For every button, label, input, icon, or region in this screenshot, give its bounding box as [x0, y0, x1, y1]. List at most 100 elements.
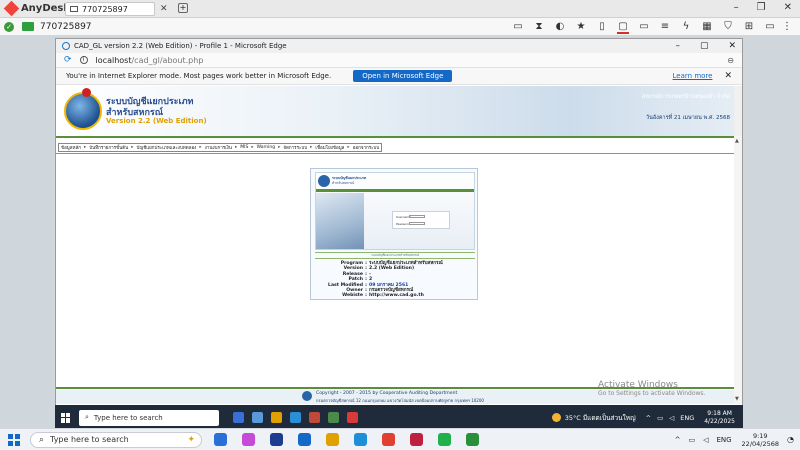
new-tab-button[interactable]: +	[178, 3, 188, 13]
banner-divider	[56, 136, 734, 138]
local-search-box[interactable]: ⌕ Type here to search ✦	[30, 431, 202, 448]
taskbar-app-icon-9[interactable]	[438, 433, 451, 446]
page-scrollbar[interactable]: ▲ ▼	[734, 136, 742, 404]
mini-username-field	[409, 215, 425, 218]
edge-maximize-button[interactable]: ▢	[700, 41, 709, 51]
text-icon[interactable]: ≡	[659, 21, 671, 34]
open-in-edge-button[interactable]: Open in Microsoft Edge	[353, 70, 453, 82]
about-row: Webiste: http://www.cad.go.th	[315, 293, 475, 298]
taskbar-app-icon-8[interactable]	[410, 433, 423, 446]
nav-item-master-data[interactable]: ข้อมูลหลัก	[61, 144, 81, 151]
ie-mode-infobar: You're in Internet Explorer mode. Most p…	[56, 68, 742, 85]
remote-search-box[interactable]: ⌕ Type here to search	[79, 409, 219, 426]
plus-box-icon[interactable]: ⊞	[743, 21, 755, 34]
nav-item-entries[interactable]: บันทึกรายการขั้นต้น	[89, 144, 128, 151]
contrast-icon[interactable]: ◐	[554, 21, 566, 34]
remote-volume-icon[interactable]: ◁	[669, 414, 674, 422]
remote-lang[interactable]: ENG	[680, 414, 694, 422]
local-lang[interactable]: ENG	[716, 436, 731, 444]
learn-more-link[interactable]: Learn more	[673, 72, 713, 80]
url-field[interactable]: localhost/cad_gl/about.php	[96, 56, 204, 65]
remote-taskbar-app-icon-3[interactable]	[271, 412, 282, 423]
nav-item-link-data[interactable]: เชื่อมโยงข้อมูล	[315, 144, 344, 151]
refresh-icon[interactable]: ⟳	[64, 55, 72, 65]
remote-tray-chevron-icon[interactable]: ^	[646, 414, 651, 422]
maximize-button[interactable]: ❐	[757, 2, 766, 13]
footer-copyright: Copyright - 2007 - 2015 by Cooperative A…	[316, 391, 458, 396]
remote-time: 9:18 AM	[707, 409, 732, 417]
taskbar-app-icon-6[interactable]	[354, 433, 367, 446]
about-info-table: Program: ระบบบัญชีแยกประเภทสำหรับสหกรณ์ V…	[315, 261, 475, 299]
nav-item-ledger[interactable]: บัญชีแยกประเภทและงบทดลอง	[137, 144, 197, 151]
chat-icon[interactable]: ▭	[512, 21, 524, 34]
taskbar-app-icon-10[interactable]	[466, 433, 479, 446]
infobar-close-icon[interactable]: ✕	[724, 71, 732, 81]
minimize-button[interactable]: –	[734, 2, 739, 13]
shield-icon[interactable]: ⛉	[722, 21, 734, 34]
anydesk-session-tab[interactable]: 770725897	[65, 2, 155, 16]
taskbar-app-icon-5[interactable]	[326, 433, 339, 446]
remote-taskbar-app-icon-5[interactable]	[309, 412, 320, 423]
watermark-subtitle: Go to Settings to activate Windows.	[598, 390, 706, 397]
tray-chevron-icon[interactable]: ^	[675, 436, 681, 444]
remote-taskbar-app-icon-1[interactable]	[233, 412, 244, 423]
remote-taskbar-app-icon-4[interactable]	[290, 412, 301, 423]
monitor-tray-icon[interactable]: ▭	[688, 436, 695, 444]
edge-minimize-button[interactable]: –	[675, 41, 680, 51]
anydesk-title-bar: AnyDesk 770725897 ✕ + – ❐ ✕	[0, 0, 800, 18]
remote-network-icon[interactable]: ▭	[657, 414, 663, 422]
display-icon[interactable]: ▭	[764, 21, 776, 34]
taskbar-app-icon-2[interactable]	[242, 433, 255, 446]
edge-close-button[interactable]: ✕	[728, 41, 736, 51]
remote-clock[interactable]: 9:18 AM 4/22/2025	[704, 410, 735, 426]
scroll-down-icon[interactable]: ▼	[735, 396, 739, 402]
anydesk-menu-icon[interactable]: ⋮	[782, 21, 792, 32]
monitor-info-icon[interactable]: ▢	[617, 21, 629, 34]
ie-mode-icon	[62, 42, 70, 50]
nav-divider	[56, 153, 734, 154]
taskbar-app-icon-4[interactable]	[298, 433, 311, 446]
mini-sky-image	[316, 193, 364, 249]
nav-item-financials[interactable]: งานงบการเงิน	[205, 144, 232, 151]
close-button[interactable]: ✕	[784, 2, 792, 13]
url-host: localhost	[95, 55, 132, 65]
grid-icon[interactable]: ▦	[701, 21, 713, 34]
remote-taskbar-app-icon-6[interactable]	[328, 412, 339, 423]
file-transfer-icon[interactable]: ▯	[596, 21, 608, 34]
footer-address: กรมตรวจบัญชีสหกรณ์ 12 ถนนกรุงเกษม แขวงวั…	[316, 398, 484, 403]
local-clock[interactable]: 9:19 22/04/2568	[742, 432, 779, 448]
volume-icon[interactable]: ◁	[703, 436, 708, 444]
remote-taskbar-app-icon-2[interactable]	[252, 412, 263, 423]
copilot-sparkle-icon[interactable]: ✦	[187, 435, 195, 445]
nav-item-logout[interactable]: ออกจากระบบ	[353, 144, 380, 151]
notification-bell-icon[interactable]: ◔	[787, 435, 794, 444]
remote-start-icon[interactable]	[61, 412, 71, 423]
about-panel: ระบบบัญชีแยกประเภท สำหรับสหกรณ์ Username…	[310, 168, 478, 300]
zoom-icon[interactable]: ⊖	[727, 56, 734, 65]
local-tray: ^ ▭ ◁ ENG	[675, 436, 732, 444]
tab-close-icon[interactable]: ✕	[160, 4, 168, 14]
remote-taskbar-app-icon-7[interactable]	[347, 412, 358, 423]
remote-desktop[interactable]: CAD_GL version 2.2 (Web Edition) - Profi…	[0, 36, 800, 430]
mini-logo-icon	[318, 175, 330, 187]
monitor-icon	[70, 6, 78, 12]
nav-item-warning[interactable]: Warning	[257, 145, 276, 150]
nav-item-mis[interactable]: MIS	[240, 145, 248, 150]
site-info-icon[interactable]: i	[79, 56, 88, 64]
power-icon[interactable]: ϟ	[680, 21, 692, 34]
anydesk-toolbar: ✓ 770725897 ▭ ⧗ ◐ ★ ▯ ▢ ▭ ≡ ϟ ▦ ⛉ ⊞ ▭ ⋮	[0, 18, 800, 36]
scroll-up-icon[interactable]: ▲	[735, 138, 739, 144]
start-icon[interactable]	[8, 433, 20, 446]
screen-icon[interactable]: ▭	[638, 21, 650, 34]
edge-title-bar: CAD_GL version 2.2 (Web Edition) - Profi…	[56, 39, 742, 53]
star-icon[interactable]: ★	[575, 21, 587, 34]
banner-scrollbar[interactable]	[734, 86, 742, 136]
hourglass-icon[interactable]: ⧗	[533, 21, 545, 34]
taskbar-app-icon-7[interactable]	[382, 433, 395, 446]
taskbar-app-icon-3[interactable]	[270, 433, 283, 446]
search-icon: ⌕	[39, 434, 45, 445]
nav-item-system[interactable]: จัดการระบบ	[283, 144, 307, 151]
anydesk-window-controls: – ❐ ✕	[734, 2, 792, 13]
remote-weather[interactable]: 35°C มีแดดเป็นส่วนใหญ่	[551, 413, 636, 423]
taskbar-app-icon-1[interactable]	[214, 433, 227, 446]
